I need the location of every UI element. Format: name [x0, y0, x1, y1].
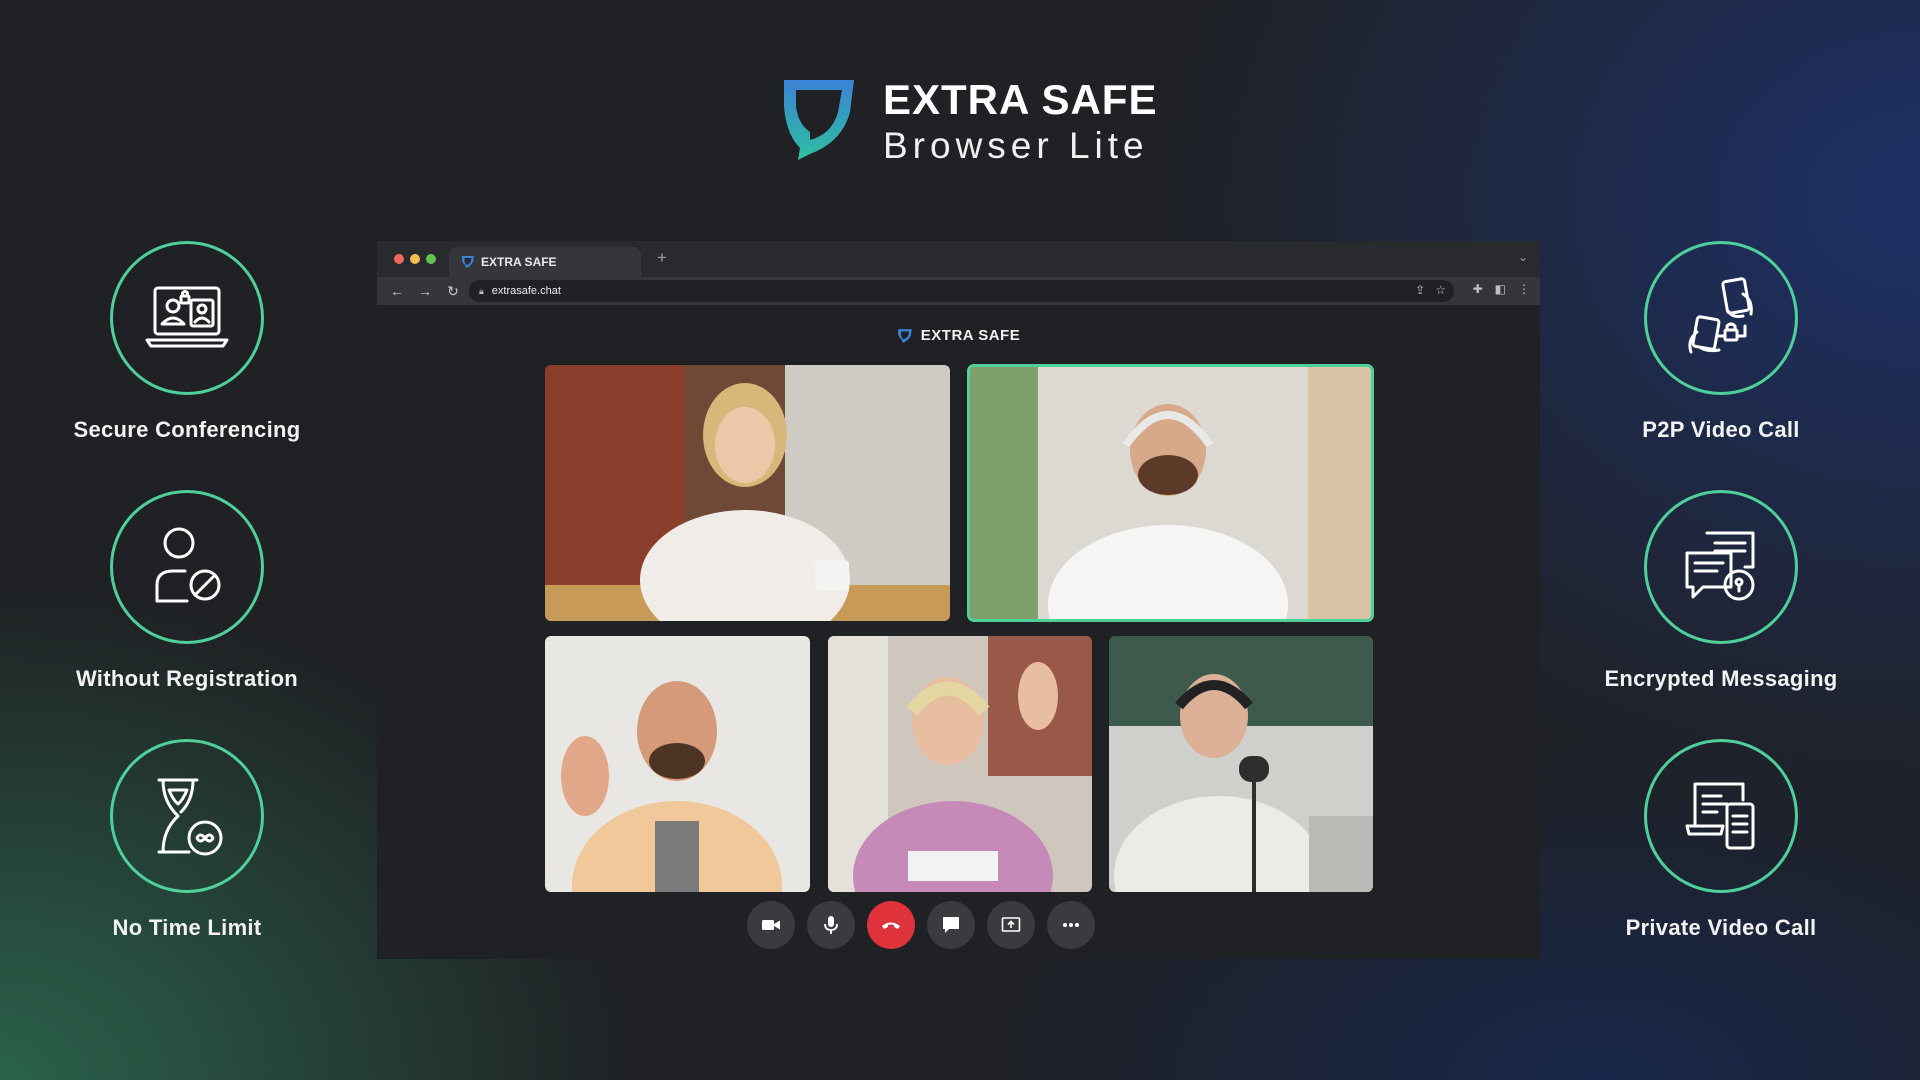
browser-window: EXTRA SAFE + ⌄ ← → ↻ 🔒︎ extrasafe.chat ⇪… [377, 241, 1540, 959]
microphone-button[interactable] [807, 901, 855, 949]
reload-icon[interactable]: ↻ [445, 283, 461, 300]
feature-label: Without Registration [75, 666, 299, 691]
bookmark-star-icon[interactable]: ☆ [1435, 283, 1446, 297]
participant-video [968, 365, 1373, 621]
url-text: extrasafe.chat [491, 285, 561, 297]
page-title: EXTRA SAFE [920, 327, 1021, 344]
new-tab-button[interactable]: + [657, 248, 667, 268]
feature-encrypted-messaging: Encrypted Messaging [1571, 490, 1871, 692]
feature-label: Secure Conferencing [73, 417, 301, 442]
more-icon [1063, 923, 1079, 927]
participant-video [828, 636, 1092, 892]
tab-search-chevron-icon[interactable]: ⌄ [1518, 250, 1528, 264]
call-controls [747, 901, 1095, 949]
feature-label: Private Video Call [1625, 915, 1817, 940]
video-camera-icon [762, 920, 780, 930]
extensions-puzzle-icon[interactable]: ✚ [1473, 282, 1483, 296]
devices-icon [1685, 782, 1755, 850]
phones-lock-icon [1688, 277, 1753, 354]
side-panel-icon[interactable]: ◧ [1495, 282, 1506, 296]
feature-circle [1644, 490, 1798, 644]
feature-label: P2P Video Call [1642, 417, 1800, 442]
feature-no-time-limit: No Time Limit [37, 739, 337, 941]
brand-subtitle: Browser Lite [883, 125, 1149, 166]
phone-hangup-icon [882, 922, 900, 929]
share-icon[interactable]: ⇪ [1415, 283, 1425, 297]
chat-bubble-icon [943, 917, 959, 933]
participant-video [545, 365, 950, 621]
microphone-icon [824, 916, 838, 934]
screen-share-icon [1001, 917, 1021, 932]
menu-kebab-icon[interactable]: ⋮ [1518, 282, 1530, 296]
feature-circle [110, 241, 264, 395]
tab-title: EXTRA SAFE [481, 255, 557, 269]
close-window-button[interactable] [394, 254, 404, 264]
end-call-button[interactable] [867, 901, 915, 949]
maximize-window-button[interactable] [426, 254, 436, 264]
browser-toolbar: ← → ↻ 🔒︎ extrasafe.chat ⇪ ☆ ✚ ◧ ⋮ [377, 277, 1540, 305]
laptop-users-icon [145, 286, 229, 348]
camera-button[interactable] [747, 901, 795, 949]
feature-secure-conferencing: Secure Conferencing [37, 241, 337, 443]
window-controls [394, 254, 436, 264]
video-tile-participant-4[interactable] [828, 636, 1092, 892]
chat-button[interactable] [927, 901, 975, 949]
forward-arrow-icon[interactable]: → [417, 283, 433, 299]
address-bar[interactable]: 🔒︎ extrasafe.chat ⇪ ☆ [469, 280, 1454, 302]
brand-logo: EXTRA SAFE Browser Lite [780, 76, 1158, 167]
shield-logo-icon [784, 80, 854, 160]
feature-label: No Time Limit [112, 915, 262, 940]
feature-circle [110, 490, 264, 644]
feature-circle [110, 739, 264, 893]
lock-icon: 🔒︎ [479, 285, 484, 296]
brand-title: EXTRA SAFE [883, 76, 1158, 123]
participant-video [545, 636, 810, 892]
shield-logo-icon [897, 328, 912, 343]
back-arrow-icon[interactable]: ← [389, 283, 405, 299]
hourglass-infinity-icon [157, 778, 223, 856]
video-tile-participant-5[interactable] [1109, 636, 1373, 892]
feature-private-video-call: Private Video Call [1571, 739, 1871, 941]
tab-favicon-icon [462, 256, 474, 268]
feature-label: Encrypted Messaging [1604, 666, 1838, 691]
feature-circle [1644, 739, 1798, 893]
chat-lock-icon [1685, 531, 1755, 601]
feature-p2p-video-call: P2P Video Call [1571, 241, 1871, 443]
share-screen-button[interactable] [987, 901, 1035, 949]
browser-tab[interactable]: EXTRA SAFE [449, 247, 641, 277]
page-header: EXTRA SAFE [377, 327, 1540, 344]
minimize-window-button[interactable] [410, 254, 420, 264]
more-options-button[interactable] [1047, 901, 1095, 949]
participant-video [1109, 636, 1373, 892]
video-tile-participant-2[interactable] [967, 364, 1374, 622]
video-tile-participant-3[interactable] [545, 636, 810, 892]
video-tile-participant-1[interactable] [545, 365, 950, 621]
user-blocked-icon [155, 527, 221, 603]
feature-circle [1644, 241, 1798, 395]
feature-without-registration: Without Registration [37, 490, 337, 692]
tab-strip: EXTRA SAFE + ⌄ [377, 241, 1540, 277]
